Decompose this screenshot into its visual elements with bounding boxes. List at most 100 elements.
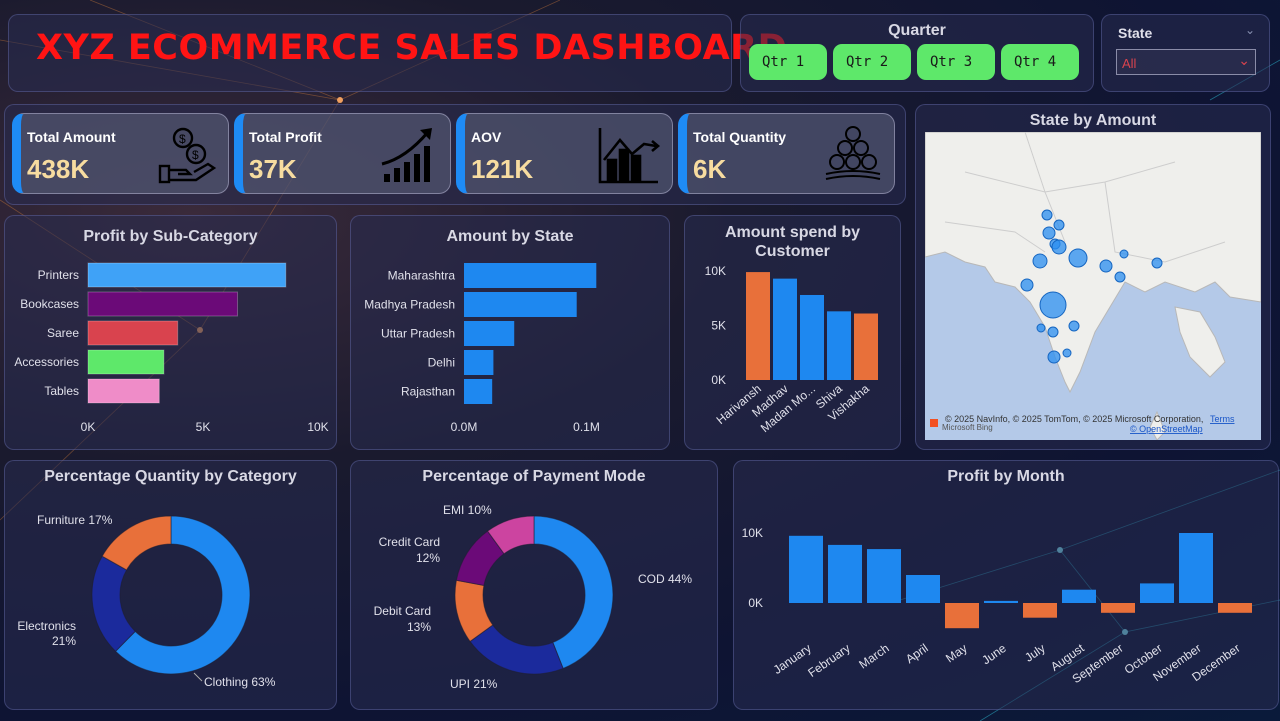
microsoft-logo-icon — [930, 419, 938, 427]
state-dropdown-value: All — [1122, 56, 1137, 71]
map-terms-link[interactable]: Terms — [1210, 414, 1235, 424]
donut-slice — [101, 515, 172, 571]
bar — [906, 575, 940, 603]
quarter-slicer-title: Quarter — [888, 22, 946, 39]
quarter-button-2[interactable]: Qtr 2 — [833, 44, 911, 80]
svg-text:$: $ — [179, 132, 186, 146]
quarter-button-3[interactable]: Qtr 3 — [917, 44, 995, 80]
quantity-category-donut: Clothing 63% Electronics21% Furniture 17% — [17, 513, 276, 689]
bar — [945, 603, 979, 629]
bar — [1140, 583, 1174, 603]
bar — [1218, 603, 1252, 613]
tick-label: 10K — [705, 264, 726, 278]
map-osm-link[interactable]: © OpenStreetMap — [1130, 424, 1203, 434]
chart-title: Amount spend by Customer — [724, 224, 861, 260]
tick-label: 0.1M — [573, 420, 600, 434]
dashboard-title: XYZ ECOMMERCE SALES DASHBOARD — [36, 28, 788, 68]
slice-label: Debit Card — [374, 604, 431, 618]
bar — [464, 321, 515, 346]
donut-slice — [91, 555, 136, 653]
profit-subcategory-chart: Printers Bookcases Saree Accessories Tables 0… — [14, 262, 329, 434]
state-slicer: State ⌄ All ⌄ — [1101, 14, 1270, 92]
tick-label: 5K — [196, 420, 211, 434]
bar — [800, 294, 824, 380]
slice-label: COD 44% — [638, 572, 692, 586]
slice-label: Clothing 63% — [204, 675, 276, 689]
quarter-button-1[interactable]: Qtr 1 — [749, 44, 827, 80]
bar — [1023, 603, 1057, 618]
bar — [464, 263, 597, 288]
tick-label: 5K — [711, 319, 726, 333]
bar — [773, 278, 797, 380]
kpi-label: Total Amount — [27, 129, 116, 145]
category-label: Uttar Pradesh — [381, 327, 455, 341]
bar — [87, 320, 179, 346]
coin-stack-icon — [825, 126, 881, 180]
tick-label: 0K — [711, 373, 726, 387]
tick-label: 0.0M — [451, 420, 478, 434]
slice-label: 12% — [416, 551, 440, 565]
category-label: May — [943, 641, 970, 665]
category-label: March — [856, 641, 891, 672]
category-label: June — [979, 641, 1009, 668]
kpi-label: AOV — [471, 129, 502, 145]
kpi-label: Total Profit — [249, 129, 322, 145]
category-label: Bookcases — [20, 297, 79, 311]
category-label: Maharashtra — [388, 269, 456, 283]
category-label: April — [903, 641, 931, 666]
state-dropdown[interactable]: All ⌄ — [1116, 49, 1256, 75]
category-label: Printers — [38, 268, 79, 282]
kpi-value: 6K — [693, 154, 727, 184]
bar — [854, 313, 878, 380]
bar — [867, 549, 901, 603]
kpi-card-aov: AOV 121K — [456, 113, 673, 194]
kpi-value: 37K — [249, 154, 297, 184]
kpi-value: 121K — [471, 154, 534, 184]
tick-label: 10K — [742, 526, 763, 540]
slice-label: Electronics — [17, 619, 76, 633]
slice-label: 13% — [407, 620, 431, 634]
category-label: Delhi — [428, 356, 455, 370]
bar — [464, 379, 493, 404]
slice-label: UPI 21% — [450, 677, 498, 691]
quarter-button-4[interactable]: Qtr 4 — [1001, 44, 1079, 80]
category-label: Saree — [47, 326, 79, 340]
category-label: Tables — [44, 384, 79, 398]
bar — [464, 292, 577, 317]
amount-state-chart: Maharashtra Madhya Pradesh Uttar Pradesh De… — [364, 263, 600, 434]
customer-chart: 0K5K10KHarivanshMadhavMadan Mo...ShivaVi… — [705, 264, 878, 435]
chart-title: Profit by Month — [947, 468, 1065, 485]
growth-chart-icon — [381, 128, 432, 182]
bar — [789, 535, 823, 603]
svg-text:$: $ — [192, 148, 199, 162]
bar — [1101, 603, 1135, 613]
chart-title: Percentage of Payment Mode — [422, 468, 646, 485]
map-provider: Microsoft Bing — [942, 423, 993, 432]
kpi-card-total-amount: Total Amount 438K $ $ — [12, 113, 229, 194]
tick-label: 10K — [307, 420, 328, 434]
map-title: State by Amount — [1029, 112, 1157, 129]
slice-label: EMI 10% — [443, 503, 492, 517]
category-label: Rajasthan — [401, 385, 455, 399]
donut-slice — [469, 624, 564, 675]
bar — [1179, 533, 1213, 603]
slice-label: 21% — [52, 634, 76, 648]
category-label: Accessories — [14, 355, 79, 369]
india-bubble-map[interactable]: © 2025 NavInfo, © 2025 TomTom, © 2025 Mi… — [925, 132, 1261, 440]
chart-title: Profit by Sub-Category — [83, 228, 258, 245]
bar — [464, 350, 494, 375]
slice-label: Furniture 17% — [37, 513, 113, 527]
bar — [1062, 589, 1096, 603]
kpi-label: Total Quantity — [693, 129, 787, 145]
money-hand-icon: $ $ — [158, 127, 217, 184]
payment-mode-donut: COD 44% UPI 21% Debit Card 13% Credit Card 12… — [374, 503, 693, 691]
kpi-card-total-quantity: Total Quantity 6K — [678, 113, 895, 194]
kpi-card-total-profit: Total Profit 37K — [234, 113, 451, 194]
chevron-down-icon[interactable]: ⌄ — [1245, 23, 1255, 37]
slice-label: Credit Card — [379, 535, 440, 549]
dropdown-chevron-icon: ⌄ — [1238, 52, 1250, 68]
bar — [87, 291, 238, 317]
tick-label: 0K — [81, 420, 96, 434]
chart-title: Amount by State — [446, 228, 574, 245]
chart-title: Percentage Quantity by Category — [44, 468, 297, 485]
